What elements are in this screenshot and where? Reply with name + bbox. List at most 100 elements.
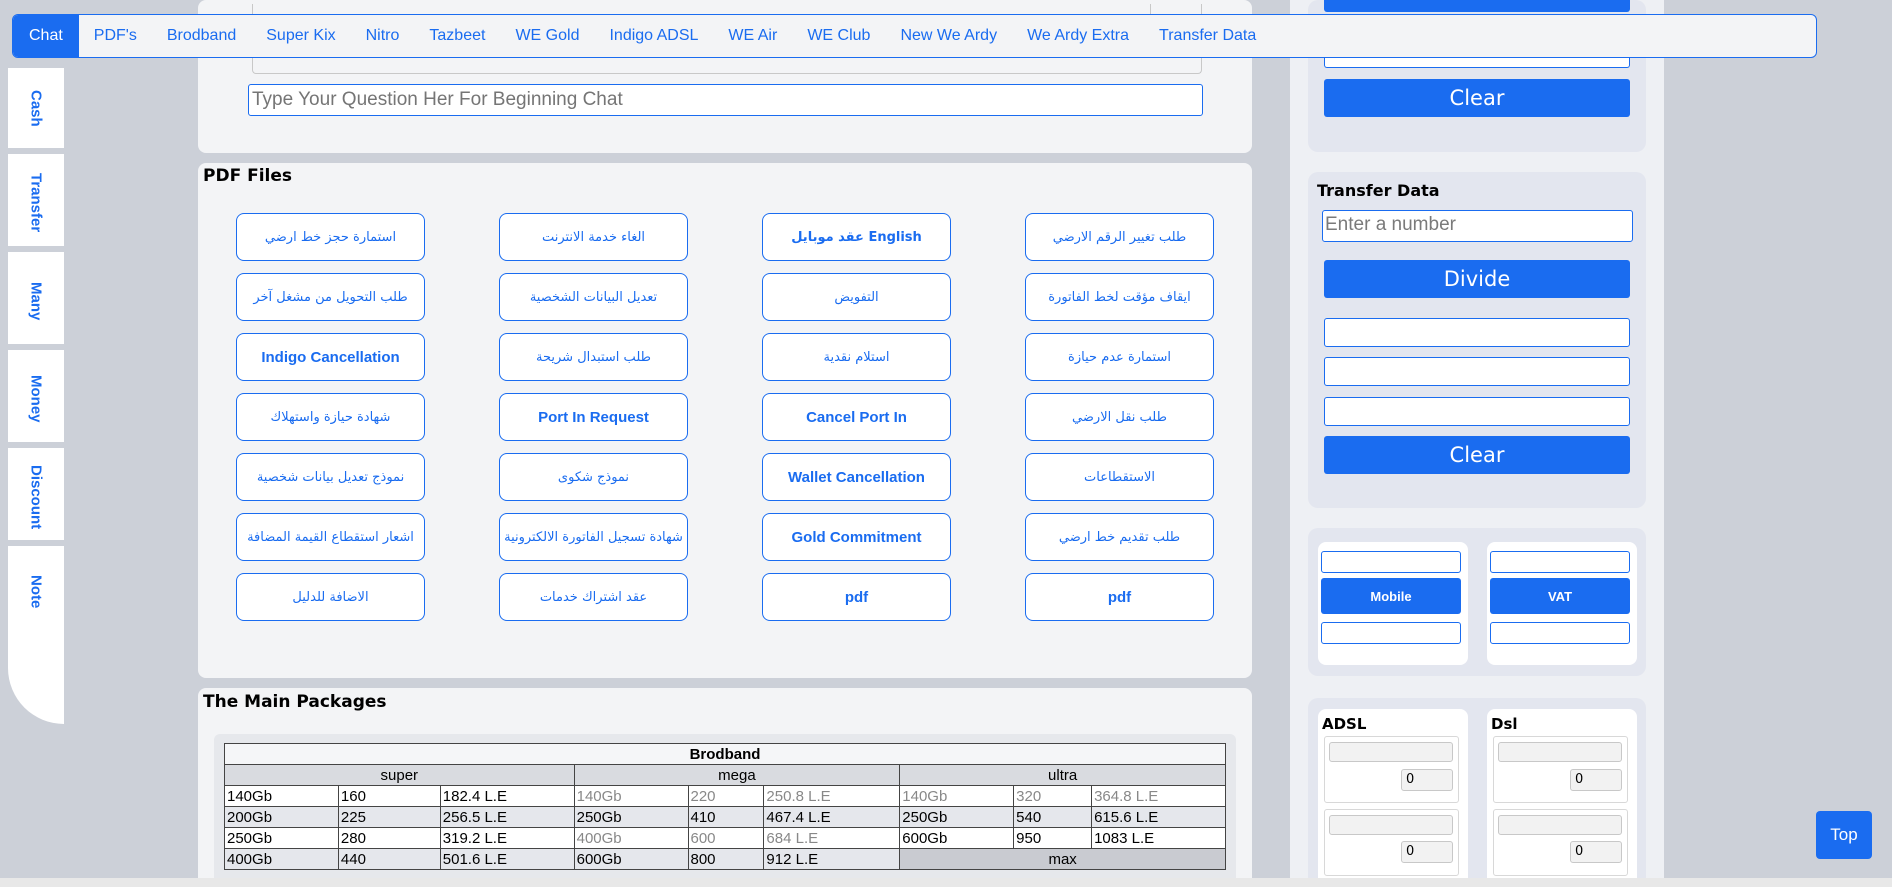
pdf-button[interactable]: pdf — [1025, 573, 1214, 621]
pdf-button[interactable]: pdf — [762, 573, 951, 621]
tab-brodband[interactable]: Brodband — [152, 15, 251, 57]
pdf-button[interactable]: نموذج تعديل بيانات شخصية — [236, 453, 425, 501]
pdf-button[interactable]: عقد اشتراك خدمات — [499, 573, 688, 621]
pdf-button[interactable]: التفويض — [762, 273, 951, 321]
pdf-button[interactable]: استمارة عدم حيازة — [1025, 333, 1214, 381]
result-field-2[interactable] — [1324, 357, 1630, 386]
pdf-files-title: PDF Files — [203, 166, 293, 186]
pdf-button[interactable]: الاضافة للدليل — [236, 573, 425, 621]
tab-indigo-adsl[interactable]: Indigo ADSL — [594, 15, 713, 57]
table-cell: 140Gb — [224, 785, 339, 807]
tab-we-club[interactable]: WE Club — [792, 15, 885, 57]
clear-button-top[interactable]: Clear — [1324, 79, 1630, 117]
brodband-table: Brodband super mega ultra 140Gb 160 182.… — [224, 743, 1226, 870]
pdf-button[interactable]: عقد موبايل English — [762, 213, 951, 261]
pdf-button[interactable]: Cancel Port In — [762, 393, 951, 441]
table-row: 400Gb 440 501.6 L.E 600Gb 800 912 L.E ma… — [224, 848, 1226, 870]
transfer-number-input[interactable]: Enter a number — [1322, 210, 1633, 242]
tab-pdfs[interactable]: PDF's — [79, 15, 152, 57]
tab-super-kix[interactable]: Super Kix — [251, 15, 350, 57]
pdf-button[interactable]: نموذج شكوى — [499, 453, 688, 501]
result-field-3[interactable] — [1324, 397, 1630, 426]
horizontal-scrollbar[interactable] — [0, 878, 1892, 887]
pdf-button[interactable]: طلب نقل الارضي — [1025, 393, 1214, 441]
table-cell: 140Gb — [899, 785, 1015, 807]
mobile-input[interactable] — [1321, 551, 1461, 573]
side-tab-label: Transfer — [27, 173, 45, 233]
tab-new-we-ardy[interactable]: New We Ardy — [885, 15, 1012, 57]
table-cell: 140Gb — [573, 785, 689, 807]
pdf-button[interactable]: Gold Commitment — [762, 513, 951, 561]
pdf-button[interactable]: شهادة حيازة واستهلاك — [236, 393, 425, 441]
side-tab-label: Cash — [27, 89, 45, 127]
dsl-field-1[interactable] — [1498, 742, 1622, 762]
chat-input[interactable] — [248, 84, 1203, 116]
dsl-value-2[interactable]: 0 — [1570, 841, 1622, 863]
adsl-value-1[interactable]: 0 — [1401, 769, 1453, 791]
result-field-1[interactable] — [1324, 318, 1630, 347]
pdf-button[interactable]: استلام نقدية — [762, 333, 951, 381]
dsl-value-1[interactable]: 0 — [1570, 769, 1622, 791]
pdf-button[interactable]: طلب تقديم خط ارضي — [1025, 513, 1214, 561]
side-tab-discount[interactable]: Discount — [8, 454, 64, 546]
side-tab-note[interactable]: Note — [8, 552, 64, 632]
mobile-button[interactable]: Mobile — [1321, 578, 1461, 614]
group-header-ultra: ultra — [899, 764, 1226, 786]
adsl-field-1[interactable] — [1329, 742, 1453, 762]
clear-button[interactable]: Clear — [1324, 436, 1630, 474]
adsl-field-2[interactable] — [1329, 815, 1453, 835]
pdf-button[interactable]: ايقاف مؤقت لخط الفاتورة — [1025, 273, 1214, 321]
max-header: max — [899, 848, 1226, 870]
side-tab-label: Money — [27, 375, 45, 423]
table-cell: 600Gb — [573, 848, 689, 870]
pdf-button[interactable]: طلب تغيير الرقم الارضي — [1025, 213, 1214, 261]
table-cell: 319.2 L.E — [439, 827, 575, 849]
dsl-field-2[interactable] — [1498, 815, 1622, 835]
tab-we-gold[interactable]: WE Gold — [500, 15, 594, 57]
side-tab-money[interactable]: Money — [8, 356, 64, 448]
tab-transfer-data[interactable]: Transfer Data — [1144, 15, 1271, 57]
tab-we-air[interactable]: WE Air — [713, 15, 792, 57]
pdf-button[interactable]: الاستقطاعات — [1025, 453, 1214, 501]
table-cell: 400Gb — [573, 827, 689, 849]
table-cell: 800 — [687, 848, 765, 870]
tab-nitro[interactable]: Nitro — [351, 15, 415, 57]
mobile-result[interactable] — [1321, 622, 1461, 644]
pdf-button[interactable]: طلب استبدال شريحة — [499, 333, 688, 381]
side-tab-label: Note — [27, 575, 45, 609]
table-cell: 320 — [1013, 785, 1093, 807]
pdf-button[interactable]: تعديل البيانات الشخصية — [499, 273, 688, 321]
table-cell: 250.8 L.E — [763, 785, 901, 807]
pdf-button[interactable]: استمارة حجز خط ارضي — [236, 213, 425, 261]
vat-input[interactable] — [1490, 551, 1630, 573]
vat-result[interactable] — [1490, 622, 1630, 644]
pdf-button[interactable]: الغاء خدمة الانترنت — [499, 213, 688, 261]
table-cell: 280 — [337, 827, 441, 849]
table-cell: 684 L.E — [763, 827, 901, 849]
side-tab-many[interactable]: Many — [8, 258, 64, 350]
top-navigation: Chat PDF's Brodband Super Kix Nitro Tazb… — [12, 14, 1817, 58]
table-cell: 220 — [687, 785, 765, 807]
pdf-button[interactable]: Wallet Cancellation — [762, 453, 951, 501]
pdf-button[interactable]: Port In Request — [499, 393, 688, 441]
tab-chat[interactable]: Chat — [13, 15, 79, 57]
pdf-button[interactable]: شهادة تسجيل الفاتورة الالكترونية — [499, 513, 688, 561]
vat-button[interactable]: VAT — [1490, 578, 1630, 614]
table-cell: 182.4 L.E — [439, 785, 575, 807]
transfer-data-title: Transfer Data — [1317, 181, 1440, 200]
side-tab-cash[interactable]: Cash — [8, 68, 64, 154]
table-cell: 364.8 L.E — [1091, 785, 1226, 807]
side-tab-transfer[interactable]: Transfer — [8, 160, 64, 252]
pdf-button[interactable]: اشعار استقطاع القيمة المضافة — [236, 513, 425, 561]
tab-we-ardy-extra[interactable]: We Ardy Extra — [1012, 15, 1144, 57]
table-cell: 440 — [337, 848, 441, 870]
pdf-button[interactable]: طلب التحويل من مشغل آخر — [236, 273, 425, 321]
table-cell: 250Gb — [224, 827, 339, 849]
table-cell: 250Gb — [899, 806, 1015, 828]
adsl-value-2[interactable]: 0 — [1401, 841, 1453, 863]
divide-button[interactable]: Divide — [1324, 260, 1630, 298]
tab-tazbeet[interactable]: Tazbeet — [414, 15, 500, 57]
scroll-top-button[interactable]: Top — [1816, 811, 1872, 859]
packages-title: The Main Packages — [203, 692, 387, 712]
pdf-button[interactable]: Indigo Cancellation — [236, 333, 425, 381]
